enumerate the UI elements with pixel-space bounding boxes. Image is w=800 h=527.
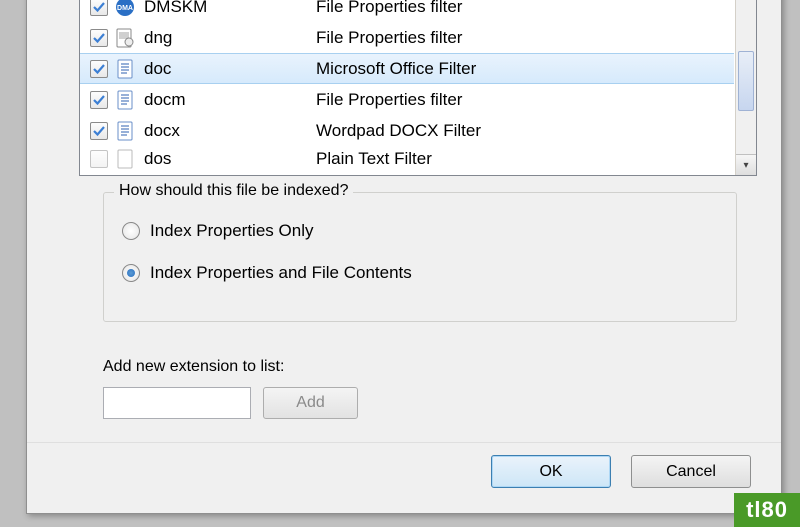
ok-button[interactable]: OK: [491, 455, 611, 488]
cancel-button[interactable]: Cancel: [631, 455, 751, 488]
extension-label: dos: [144, 149, 316, 169]
add-extension-input[interactable]: [103, 387, 251, 419]
scroll-down-button[interactable]: ▾: [736, 154, 756, 175]
radio-properties-only[interactable]: Index Properties Only: [122, 221, 313, 241]
add-extension-label: Add new extension to list:: [103, 358, 284, 376]
list-item[interactable]: doc Microsoft Office Filter: [80, 53, 734, 84]
file-icon-doc: [114, 58, 136, 80]
extension-label: docm: [144, 90, 316, 110]
chevron-down-icon: ▾: [743, 160, 748, 171]
file-icon-generic: [114, 148, 136, 170]
scroll-track[interactable]: [736, 0, 756, 154]
watermark: tl80: [734, 493, 800, 527]
extension-label: doc: [144, 59, 316, 79]
add-button[interactable]: Add: [263, 387, 358, 419]
extension-label: docx: [144, 121, 316, 141]
radio-icon[interactable]: [122, 222, 140, 240]
list-item[interactable]: dos Plain Text Filter: [80, 146, 734, 172]
extension-label: DMSKM: [144, 0, 316, 17]
dialog-button-row: OK Cancel: [27, 442, 781, 502]
list-item[interactable]: DMA DMSKM File Properties filter: [80, 0, 734, 22]
checkbox[interactable]: [90, 60, 108, 78]
list-item[interactable]: docm File Properties filter: [80, 84, 734, 115]
checkbox[interactable]: [90, 91, 108, 109]
file-icon-dma: DMA: [114, 0, 136, 18]
file-icon-dng: [114, 27, 136, 49]
checkbox[interactable]: [90, 29, 108, 47]
filter-description: File Properties filter: [316, 90, 734, 110]
extension-list[interactable]: DMA DMSKM File Properties filter dng Fil…: [79, 0, 757, 176]
indexing-options-dialog: DMA DMSKM File Properties filter dng Fil…: [26, 0, 782, 514]
filter-description: Microsoft Office Filter: [316, 59, 734, 79]
button-label: OK: [539, 463, 562, 481]
filter-description: File Properties filter: [316, 28, 734, 48]
svg-text:DMA: DMA: [117, 5, 133, 12]
extension-list-rows: DMA DMSKM File Properties filter dng Fil…: [80, 0, 734, 175]
radio-label: Index Properties Only: [150, 221, 313, 241]
filter-description: File Properties filter: [316, 0, 734, 17]
filter-description: Wordpad DOCX Filter: [316, 121, 734, 141]
index-mode-groupbox: How should this file be indexed? Index P…: [103, 192, 737, 322]
checkbox[interactable]: [90, 122, 108, 140]
list-item[interactable]: docx Wordpad DOCX Filter: [80, 115, 734, 146]
filter-description: Plain Text Filter: [316, 149, 734, 169]
scroll-thumb[interactable]: [738, 51, 754, 111]
checkbox[interactable]: [90, 0, 108, 16]
vertical-scrollbar[interactable]: ▾: [735, 0, 756, 175]
file-icon-doc: [114, 89, 136, 111]
extension-label: dng: [144, 28, 316, 48]
button-label: Cancel: [666, 463, 716, 481]
file-icon-doc: [114, 120, 136, 142]
radio-icon[interactable]: [122, 264, 140, 282]
groupbox-title: How should this file be indexed?: [114, 182, 353, 200]
radio-properties-and-contents[interactable]: Index Properties and File Contents: [122, 263, 412, 283]
checkbox[interactable]: [90, 150, 108, 168]
radio-label: Index Properties and File Contents: [150, 263, 412, 283]
list-item[interactable]: dng File Properties filter: [80, 22, 734, 53]
